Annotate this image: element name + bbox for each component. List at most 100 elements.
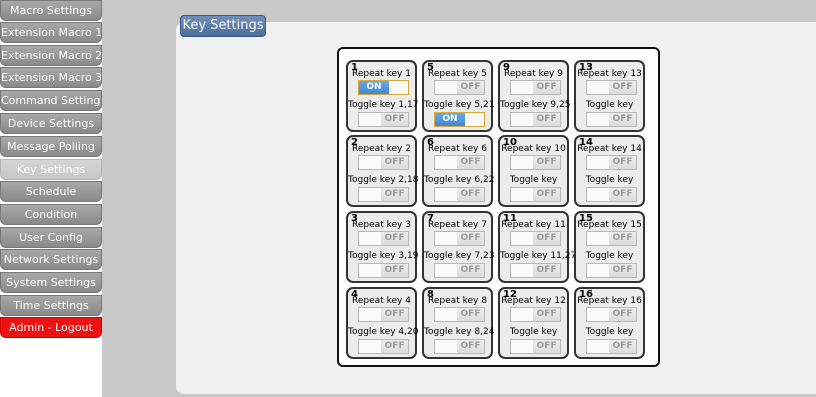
toggle-knob bbox=[359, 340, 382, 353]
key-cell: 12 Repeat key 12 OFF Toggle key OFF bbox=[498, 287, 569, 359]
toggle-key-label: Toggle key bbox=[509, 327, 558, 337]
toggle-state-label: OFF bbox=[609, 264, 636, 277]
repeat-key-label: Repeat key 16 bbox=[577, 296, 642, 306]
toggle-state-label: OFF bbox=[609, 156, 636, 169]
toggle-knob bbox=[511, 81, 534, 94]
repeat-key-toggle[interactable]: OFF bbox=[510, 80, 561, 95]
toggle-key-toggle[interactable]: OFF bbox=[434, 263, 485, 278]
toggle-knob bbox=[587, 113, 610, 126]
toggle-state-label: OFF bbox=[381, 232, 408, 245]
toggle-key-toggle[interactable]: OFF bbox=[510, 187, 561, 202]
toggle-state-label: ON bbox=[359, 81, 389, 94]
toggle-key-toggle[interactable]: OFF bbox=[358, 187, 409, 202]
sidebar-item-extension-macro-2[interactable]: Extension Macro 2 bbox=[0, 45, 102, 66]
toggle-key-toggle[interactable]: OFF bbox=[434, 339, 485, 354]
sidebar-item-admin-logout[interactable]: Admin - Logout bbox=[0, 317, 102, 338]
sidebar-item-device-settings[interactable]: Device Settings bbox=[0, 113, 102, 134]
toggle-knob bbox=[435, 81, 458, 94]
toggle-key-toggle[interactable]: OFF bbox=[510, 263, 561, 278]
key-cell: 16 Repeat key 16 OFF Toggle key OFF bbox=[574, 287, 645, 359]
toggle-state-label: OFF bbox=[533, 81, 560, 94]
sidebar-item-time-settings[interactable]: Time Settings bbox=[0, 295, 102, 316]
repeat-key-toggle[interactable]: OFF bbox=[586, 155, 637, 170]
toggle-knob bbox=[587, 308, 610, 321]
toggle-key-label: Toggle key 2,18 bbox=[348, 175, 419, 185]
sidebar-item-extension-macro-3[interactable]: Extension Macro 3 bbox=[0, 67, 102, 88]
key-cell: 13 Repeat key 13 OFF Toggle key OFF bbox=[574, 60, 645, 132]
sidebar-item-user-config[interactable]: User Config bbox=[0, 227, 102, 248]
repeat-key-toggle[interactable]: OFF bbox=[434, 307, 485, 322]
sidebar-item-extension-macro-1[interactable]: Extension Macro 1 bbox=[0, 22, 102, 43]
toggle-key-label: Toggle key 11,27 bbox=[500, 251, 577, 261]
toggle-state-label: OFF bbox=[457, 156, 484, 169]
repeat-key-toggle[interactable]: ON bbox=[358, 80, 409, 95]
repeat-key-toggle[interactable]: OFF bbox=[434, 155, 485, 170]
toggle-knob bbox=[359, 113, 382, 126]
sidebar-item-system-settings[interactable]: System Settings bbox=[0, 272, 102, 293]
repeat-key-toggle[interactable]: OFF bbox=[358, 307, 409, 322]
toggle-knob bbox=[587, 232, 610, 245]
toggle-key-toggle[interactable]: OFF bbox=[434, 187, 485, 202]
sidebar-item-schedule[interactable]: Schedule bbox=[0, 181, 102, 202]
toggle-state-label: OFF bbox=[457, 340, 484, 353]
key-cell: 8 Repeat key 8 OFF Toggle key 8,24 OFF bbox=[422, 287, 495, 359]
toggle-key-label: Toggle key bbox=[585, 251, 634, 261]
toggle-key-toggle[interactable]: OFF bbox=[358, 112, 409, 127]
repeat-key-toggle[interactable]: OFF bbox=[358, 155, 409, 170]
toggle-key-label: Toggle key 9,25 bbox=[500, 100, 571, 110]
toggle-key-toggle[interactable]: OFF bbox=[510, 339, 561, 354]
toggle-knob bbox=[388, 81, 408, 94]
toggle-key-toggle[interactable]: OFF bbox=[586, 339, 637, 354]
toggle-knob bbox=[464, 113, 484, 126]
repeat-key-label: Repeat key 7 bbox=[428, 220, 487, 230]
repeat-key-toggle[interactable]: OFF bbox=[586, 307, 637, 322]
toggle-key-toggle[interactable]: ON bbox=[434, 112, 485, 127]
key-cell: 10 Repeat key 10 OFF Toggle key OFF bbox=[498, 135, 569, 207]
toggle-key-toggle[interactable]: OFF bbox=[358, 339, 409, 354]
toggle-key-label: Toggle key 8,24 bbox=[424, 327, 495, 337]
repeat-key-label: Repeat key 15 bbox=[577, 220, 642, 230]
toggle-knob bbox=[435, 188, 458, 201]
toggle-state-label: OFF bbox=[457, 232, 484, 245]
repeat-key-toggle[interactable]: OFF bbox=[434, 231, 485, 246]
toggle-key-label: Toggle key 1,17 bbox=[348, 100, 419, 110]
toggle-state-label: OFF bbox=[381, 340, 408, 353]
toggle-state-label: OFF bbox=[381, 308, 408, 321]
toggle-knob bbox=[435, 340, 458, 353]
toggle-state-label: OFF bbox=[457, 264, 484, 277]
toggle-key-label: Toggle key 3,19 bbox=[348, 251, 419, 261]
toggle-knob bbox=[587, 264, 610, 277]
toggle-knob bbox=[511, 308, 534, 321]
toggle-key-toggle[interactable]: OFF bbox=[510, 112, 561, 127]
repeat-key-toggle[interactable]: OFF bbox=[510, 307, 561, 322]
sidebar-nav: Macro Settings Extension Macro 1 Extension… bbox=[0, 0, 102, 397]
toggle-key-toggle[interactable]: OFF bbox=[586, 187, 637, 202]
sidebar-item-key-settings[interactable]: Key Settings bbox=[0, 159, 102, 180]
repeat-key-label: Repeat key 4 bbox=[352, 296, 411, 306]
toggle-key-label: Toggle key bbox=[509, 175, 558, 185]
toggle-state-label: OFF bbox=[381, 188, 408, 201]
key-cell: 3 Repeat key 3 OFF Toggle key 3,19 OFF bbox=[346, 211, 419, 283]
repeat-key-toggle[interactable]: OFF bbox=[510, 231, 561, 246]
toggle-key-toggle[interactable]: OFF bbox=[358, 263, 409, 278]
sidebar-item-message-polling[interactable]: Message Polling bbox=[0, 136, 102, 157]
sidebar-item-network-settings[interactable]: Network Settings bbox=[0, 249, 102, 270]
repeat-key-toggle[interactable]: OFF bbox=[586, 231, 637, 246]
toggle-key-label: Toggle key bbox=[585, 100, 634, 110]
sidebar-item-macro-settings[interactable]: Macro Settings bbox=[0, 0, 102, 21]
toggle-state-label: OFF bbox=[609, 113, 636, 126]
toggle-key-toggle[interactable]: OFF bbox=[586, 112, 637, 127]
repeat-key-toggle[interactable]: OFF bbox=[510, 155, 561, 170]
repeat-key-label: Repeat key 5 bbox=[428, 69, 487, 79]
sidebar-item-command-settings[interactable]: Command Settings bbox=[0, 90, 102, 111]
repeat-key-toggle[interactable]: OFF bbox=[434, 80, 485, 95]
repeat-key-toggle[interactable]: OFF bbox=[358, 231, 409, 246]
repeat-key-label: Repeat key 10 bbox=[501, 144, 566, 154]
toggle-state-label: OFF bbox=[381, 113, 408, 126]
toggle-key-label: Toggle key bbox=[585, 327, 634, 337]
repeat-key-toggle[interactable]: OFF bbox=[586, 80, 637, 95]
toggle-key-toggle[interactable]: OFF bbox=[586, 263, 637, 278]
toggle-state-label: OFF bbox=[533, 232, 560, 245]
toggle-knob bbox=[511, 156, 534, 169]
sidebar-item-condition[interactable]: Condition bbox=[0, 204, 102, 225]
